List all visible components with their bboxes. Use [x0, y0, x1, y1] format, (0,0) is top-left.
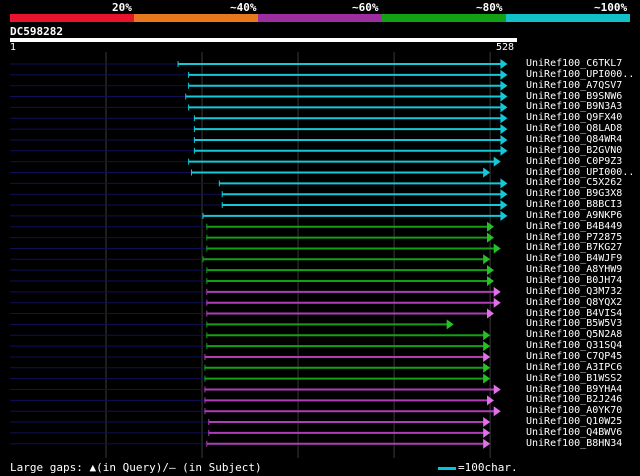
- hit-label[interactable]: UniRef100_B2GVN0: [526, 145, 622, 156]
- hit-arrow-head: [446, 319, 454, 330]
- hit-label[interactable]: UniRef100_A8YHW9: [526, 264, 622, 275]
- hit-arrow-head: [500, 113, 508, 124]
- scale-bar: [438, 466, 456, 470]
- hit-label[interactable]: UniRef100_C0P9Z3: [526, 156, 622, 167]
- hit-arrow-head: [500, 80, 508, 91]
- hit-label[interactable]: UniRef100_B4B449: [526, 221, 622, 232]
- hit-arrow-head: [500, 189, 508, 200]
- hit-label[interactable]: UniRef100_A9NKP6: [526, 210, 622, 221]
- hit-label[interactable]: UniRef100_Q84WR4: [526, 134, 622, 145]
- hit-arrow-head: [483, 373, 491, 384]
- hit-arrow-head: [483, 438, 491, 449]
- hit-label[interactable]: UniRef100_B4WJF9: [526, 253, 622, 264]
- hit-arrow-head: [483, 254, 491, 265]
- hit-label[interactable]: UniRef100_B9G3X8: [526, 188, 622, 199]
- hit-arrow-head: [500, 145, 508, 156]
- hit-arrow-head: [493, 384, 501, 395]
- hit-label[interactable]: UniRef100_UPI000..: [526, 167, 634, 178]
- hit-label[interactable]: UniRef100_B7KG27: [526, 242, 622, 253]
- hit-arrow-head: [493, 406, 501, 417]
- hit-arrow-head: [500, 59, 508, 69]
- hit-label[interactable]: UniRef100_A0YK70: [526, 405, 622, 416]
- hit-label[interactable]: UniRef100_B1WSS2: [526, 373, 622, 384]
- hit-label[interactable]: UniRef100_A3IPC6: [526, 362, 622, 373]
- hit-arrow-head: [493, 243, 501, 254]
- hit-arrow-head: [493, 156, 501, 167]
- hit-label[interactable]: UniRef100_Q8YQX2: [526, 297, 622, 308]
- hit-arrow-head: [500, 102, 508, 113]
- hit-label[interactable]: UniRef100_B9SNW6: [526, 91, 622, 102]
- hit-arrow-head: [500, 124, 508, 135]
- hit-label[interactable]: UniRef100_B9YHA4: [526, 384, 622, 395]
- scale-text: =100char.: [458, 461, 518, 474]
- hit-label[interactable]: UniRef100_UPI000..: [526, 69, 634, 80]
- hit-label[interactable]: UniRef100_C6TKL7: [526, 58, 622, 69]
- hit-label[interactable]: UniRef100_C7QP45: [526, 351, 622, 362]
- hit-arrow-head: [483, 351, 491, 362]
- hit-label[interactable]: UniRef100_Q10W25: [526, 416, 622, 427]
- hit-label[interactable]: UniRef100_Q3M732: [526, 286, 622, 297]
- hit-label[interactable]: UniRef100_A7QSV7: [526, 80, 622, 91]
- gaps-legend: Large gaps: ▲(in Query)/– (in Subject): [10, 461, 262, 474]
- hit-label[interactable]: UniRef100_B0JH74: [526, 275, 622, 286]
- hit-label[interactable]: UniRef100_Q31SQ4: [526, 340, 622, 351]
- hit-label[interactable]: UniRef100_B4VIS4: [526, 308, 622, 319]
- hit-arrow-head: [483, 427, 491, 438]
- hit-label[interactable]: UniRef100_Q8LAD8: [526, 123, 622, 134]
- hit-arrow-head: [493, 286, 501, 297]
- hit-arrow-head: [483, 341, 491, 352]
- hit-arrow-head: [483, 417, 491, 428]
- hit-arrow-head: [500, 178, 508, 189]
- hit-label[interactable]: UniRef100_Q4BWV6: [526, 427, 622, 438]
- hit-label[interactable]: UniRef100_Q9FX40: [526, 112, 622, 123]
- hit-label[interactable]: UniRef100_P72875: [526, 232, 622, 243]
- hit-arrow-head: [483, 167, 491, 178]
- hit-label[interactable]: UniRef100_B5W5V3: [526, 318, 622, 329]
- hit-label[interactable]: UniRef100_B2J246: [526, 394, 622, 405]
- hit-arrow-head: [500, 134, 508, 145]
- hit-arrow-head: [500, 210, 508, 221]
- hit-label[interactable]: UniRef100_C5X262: [526, 177, 622, 188]
- scale-legend: =100char.: [438, 461, 518, 474]
- hit-arrow-head: [493, 297, 501, 308]
- hit-label[interactable]: UniRef100_B8HN34: [526, 438, 622, 449]
- hit-label[interactable]: UniRef100_B8BCI3: [526, 199, 622, 210]
- hit-arrow-head: [483, 362, 491, 373]
- hit-arrow-head: [500, 69, 508, 80]
- hit-label[interactable]: UniRef100_Q5N2A8: [526, 329, 622, 340]
- hit-label[interactable]: UniRef100_B9N3A3: [526, 101, 622, 112]
- hit-arrow-head: [483, 330, 491, 341]
- hit-arrow-head: [500, 200, 508, 211]
- hit-arrow-head: [500, 91, 508, 102]
